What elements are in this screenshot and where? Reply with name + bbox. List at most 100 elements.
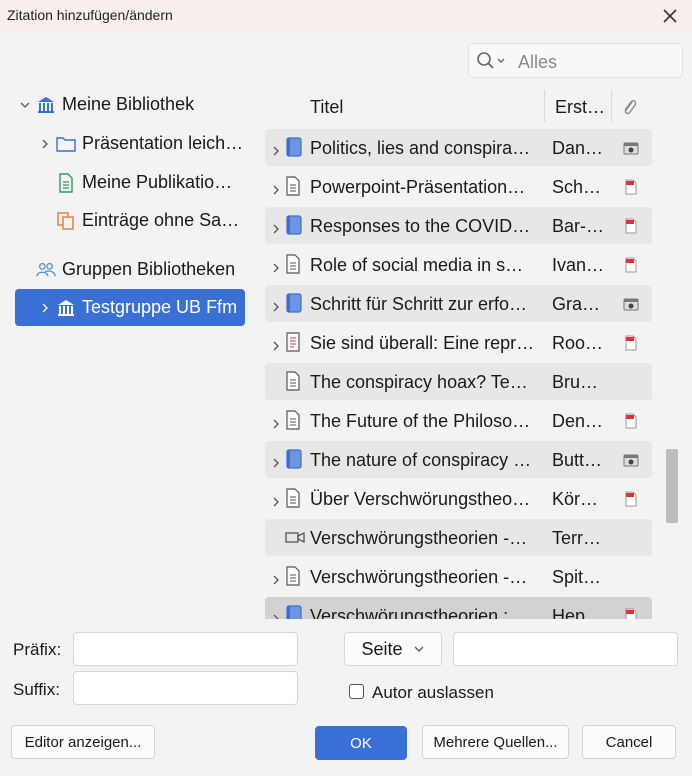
omit-author-checkbox[interactable] [349,684,364,699]
prefix-label: Präfix: [13,640,62,659]
chevron-right-icon[interactable] [38,137,52,151]
chevron-right-icon[interactable] [270,492,282,507]
row-creator: Dan… [552,138,604,158]
library-icon [56,298,76,318]
tree-item-my-library[interactable]: Meine Bibliothek [18,86,194,123]
tree-item-my-publications[interactable]: Meine Publikatio… [38,164,232,201]
report-icon [285,332,303,352]
items-table: Politics, lies and conspira… Dan… Powerpoi… [265,129,653,619]
search-placeholder: Alles [518,52,558,72]
table-row[interactable]: Politics, lies and conspira… Dan… [265,129,652,166]
close-icon[interactable] [658,4,682,28]
pdf-attachment-icon[interactable] [623,491,639,507]
row-creator: Ivan… [552,255,605,275]
paperclip-icon[interactable] [620,97,638,122]
row-title: The Future of the Philoso… [310,411,531,431]
document-icon [285,176,303,196]
snapshot-attachment-icon[interactable] [623,452,639,468]
video-icon [285,527,305,547]
snapshot-attachment-icon[interactable] [623,140,639,156]
tree-item-collection[interactable]: Präsentation leich… [38,125,243,162]
table-row[interactable]: Über Verschwörungstheo… Kör… [265,480,652,517]
table-row[interactable]: The Future of the Philoso… Den… [265,402,652,439]
row-title: Powerpoint-Präsentation… [310,177,526,197]
tree-item-label: Meine Publikatio… [82,172,233,192]
group-icon [36,260,56,280]
chevron-right-icon[interactable] [270,570,282,585]
chevron-down-icon[interactable] [18,98,32,112]
chevron-right-icon[interactable] [270,414,282,429]
row-creator: Terr… [552,528,601,548]
prefix-input[interactable] [73,632,298,666]
pdf-attachment-icon[interactable] [623,608,639,619]
suffix-input[interactable] [73,671,298,705]
chevron-right-icon[interactable] [38,301,52,315]
column-header-creator[interactable]: Erst… [555,97,605,118]
book-icon [285,605,303,619]
chevron-right-icon[interactable] [270,453,282,468]
chevron-right-icon[interactable] [270,141,282,156]
row-creator: Hep… [552,606,604,619]
row-title: The nature of conspiracy … [310,450,532,470]
chevron-right-icon[interactable] [270,258,282,273]
chevron-right-icon[interactable] [270,180,282,195]
tree-item-group-libraries: Gruppen Bibliotheken [18,251,235,288]
show-editor-button[interactable]: Editor anzeigen... [11,725,155,759]
table-row[interactable]: Schritt für Schritt zur erfo… Gra… [265,285,652,322]
scrollbar-thumb[interactable] [666,449,678,523]
tree-item-label: Präsentation leich… [82,133,244,153]
column-header-title[interactable]: Titel [310,97,343,118]
snapshot-attachment-icon[interactable] [623,296,639,312]
document-icon [285,566,303,586]
table-row[interactable]: Role of social media in s… Ivan… [265,246,652,283]
table-row[interactable]: The conspiracy hoax? Tes… Bru… [265,363,652,400]
table-row[interactable]: Powerpoint-Präsentation… Sch… [265,168,652,205]
row-title: Verschwörungstheorien -… [310,567,528,587]
row-title: Verschwörungstheorien -… [310,528,528,548]
table-row[interactable]: The nature of conspiracy … Butt… [265,441,652,478]
row-title: Role of social media in s… [310,255,524,275]
pdf-attachment-icon[interactable] [623,179,639,195]
document-icon [285,410,303,430]
cancel-button[interactable]: Cancel [582,725,676,759]
pdf-attachment-icon[interactable] [623,335,639,351]
items-table-header: Titel Erst… [265,88,653,126]
tree-item-unfiled[interactable]: Einträge ohne Sa… [38,202,239,239]
row-creator: Butt… [552,450,603,470]
chevron-right-icon[interactable] [270,336,282,351]
table-row[interactable]: Sie sind überall: Eine repr… Roo… [265,324,652,361]
table-row[interactable]: Verschwörungstheorien -… Terr… [265,519,652,556]
tree-item-label: Testgruppe UB Ffm [82,297,238,317]
row-title: Verschwörungstheorien : [310,606,509,619]
document-icon [56,172,76,193]
table-row[interactable]: Verschwörungstheorien : Hep… [265,597,652,619]
chevron-down-icon [413,639,425,660]
row-creator: Gra… [552,294,601,314]
chevron-right-icon[interactable] [270,219,282,234]
pdf-attachment-icon[interactable] [623,413,639,429]
document-icon [285,254,303,274]
row-creator: Bar-… [552,216,605,236]
suffix-label: Suffix: [13,680,60,699]
library-icon [36,95,56,115]
table-row[interactable]: Responses to the COVID-… Bar-… [265,207,652,244]
search-icon[interactable] [475,51,509,71]
column-separator[interactable] [611,90,612,122]
table-row[interactable]: Verschwörungstheorien -… Spit… [265,558,652,595]
multiple-sources-button[interactable]: Mehrere Quellen... [422,725,569,759]
omit-author-label[interactable]: Autor auslassen [372,683,494,703]
tree-item-label: Meine Bibliothek [62,94,195,114]
locator-select[interactable]: Seite [344,632,442,666]
chevron-right-icon[interactable] [270,297,282,312]
pdf-attachment-icon[interactable] [623,257,639,273]
locator-input[interactable] [453,632,678,666]
row-creator: Kör… [552,489,599,509]
ok-button[interactable]: OK [315,726,407,760]
column-separator[interactable] [544,90,545,122]
row-title: Sie sind überall: Eine repr… [310,333,535,353]
chevron-right-icon[interactable] [270,609,282,619]
pdf-attachment-icon[interactable] [623,218,639,234]
search-field[interactable]: Alles [468,43,683,78]
row-title: Responses to the COVID-… [310,216,535,236]
tree-item-testgruppe[interactable]: Testgruppe UB Ffm [15,289,245,326]
